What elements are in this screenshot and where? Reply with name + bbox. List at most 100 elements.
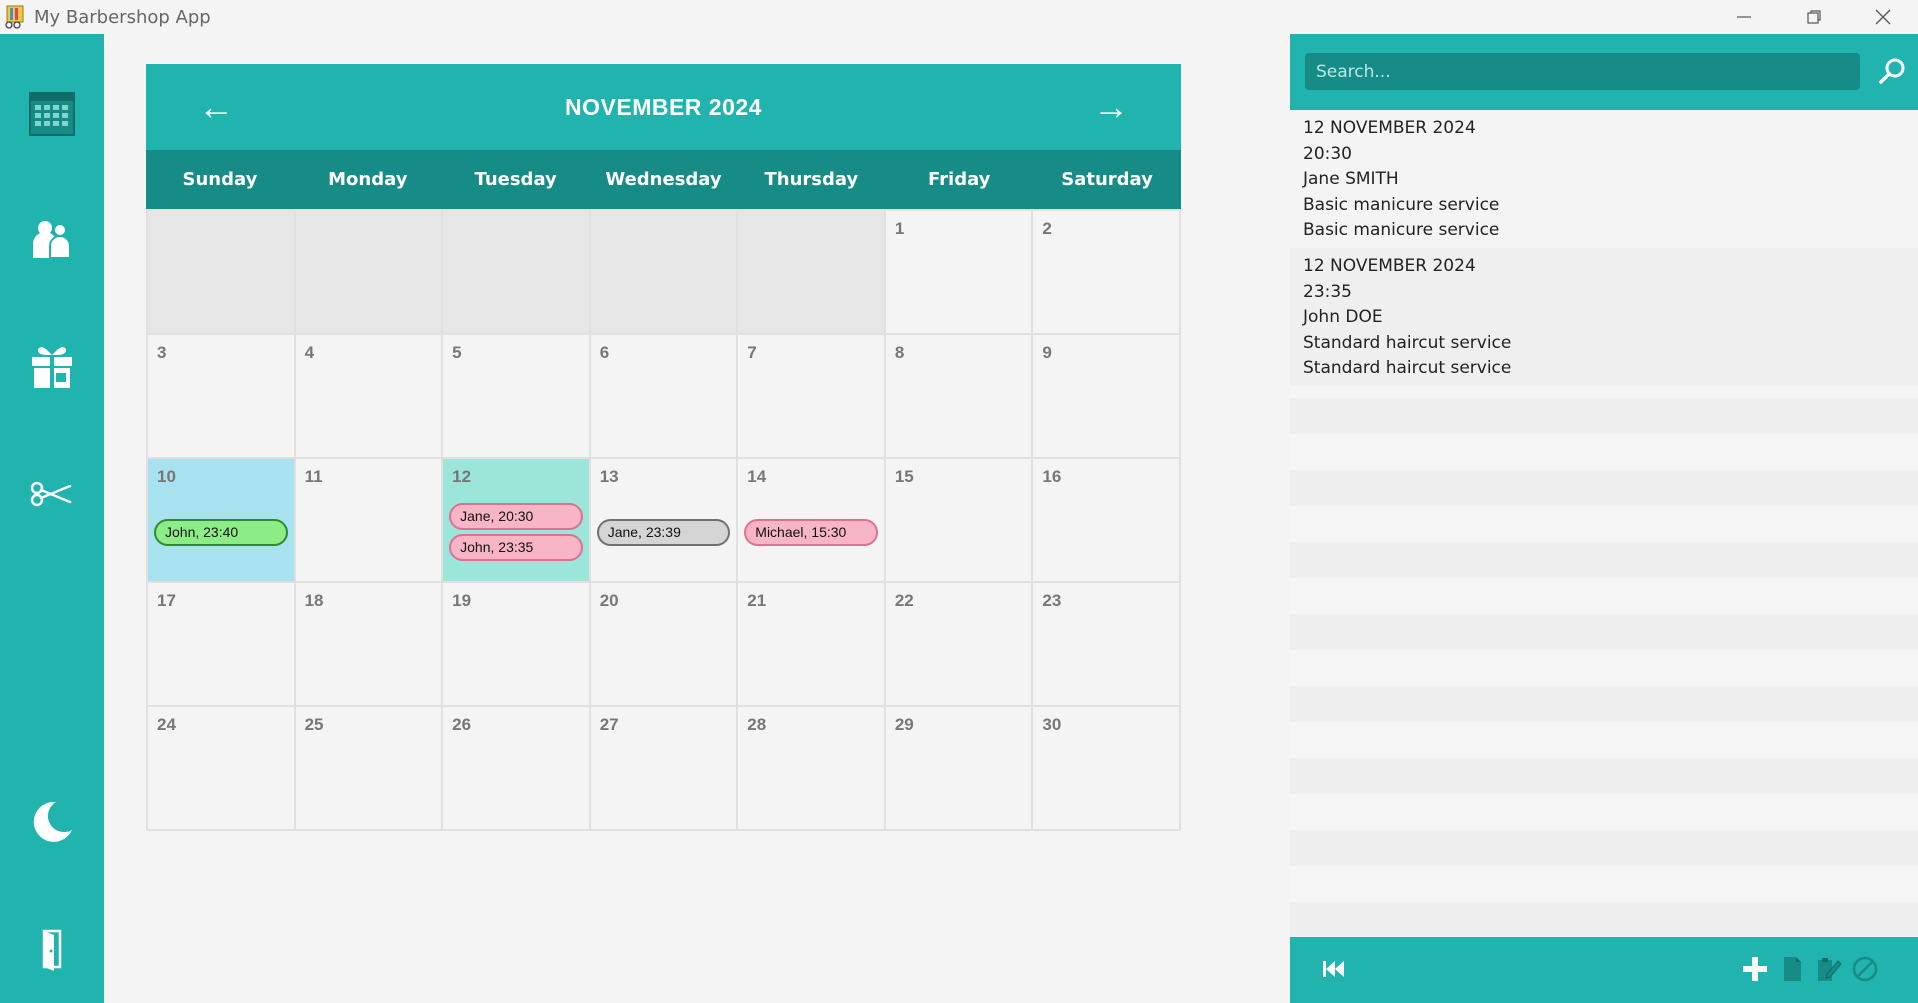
- empty-day-cell: [295, 211, 444, 335]
- day-cell[interactable]: 6: [590, 335, 739, 459]
- scissors-icon: [30, 481, 72, 507]
- restore-button[interactable]: [1779, 0, 1849, 34]
- event-list: Jane, 20:30 John, 23:35: [449, 503, 583, 561]
- list-row-background: [1290, 470, 1918, 506]
- calendar-header: ← NOVEMBER 2024 →: [146, 64, 1181, 150]
- list-row-background: [1290, 506, 1918, 542]
- event-pill[interactable]: Jane, 20:30: [449, 503, 583, 530]
- day-cell[interactable]: 1: [885, 211, 1034, 335]
- back-to-today-button[interactable]: [1315, 951, 1351, 987]
- event-list: Michael, 15:30: [744, 519, 878, 546]
- day-cell[interactable]: 3: [148, 335, 296, 459]
- weekday-wednesday: Wednesday: [605, 169, 722, 190]
- day-number: 25: [304, 715, 324, 734]
- weekday-monday: Monday: [328, 169, 408, 190]
- day-cell[interactable]: 17: [148, 583, 296, 707]
- day-cell[interactable]: 18: [295, 583, 444, 707]
- empty-day-cell: [590, 211, 739, 335]
- weekday-saturday: Saturday: [1061, 169, 1153, 190]
- sidebar-item-clients[interactable]: [22, 210, 82, 270]
- day-cell[interactable]: 14 Michael, 15:30: [738, 459, 886, 583]
- day-cell[interactable]: 23: [1033, 583, 1181, 707]
- event-pill[interactable]: Jane, 23:39: [596, 519, 731, 546]
- day-number: 6: [599, 343, 610, 362]
- day-cell[interactable]: 22: [885, 583, 1034, 707]
- day-cell[interactable]: 15: [885, 459, 1034, 583]
- list-row-background: [1290, 902, 1918, 936]
- next-month-button[interactable]: →: [1086, 86, 1136, 128]
- list-item[interactable]: 12 NOVEMBER 2024 23:35 John DOE Standard…: [1290, 247, 1918, 386]
- sidebar-item-services[interactable]: [22, 464, 82, 524]
- appointment-list: 12 NOVEMBER 2024 20:30 Jane SMITH Basic …: [1290, 110, 1918, 936]
- weekday-sunday: Sunday: [182, 169, 258, 190]
- list-row-background: [1290, 686, 1918, 722]
- event-pill[interactable]: Michael, 15:30: [744, 519, 878, 546]
- list-row-background: [1290, 650, 1918, 686]
- logout-button[interactable]: [22, 919, 82, 979]
- day-cell[interactable]: 4: [295, 335, 444, 459]
- day-number: 28: [747, 715, 767, 734]
- day-cell[interactable]: 5: [443, 335, 591, 459]
- restore-icon: [1807, 10, 1821, 24]
- add-icon: [1743, 957, 1767, 981]
- day-number: 23: [1042, 591, 1062, 610]
- event-pill[interactable]: John, 23:35: [449, 534, 583, 561]
- day-cell[interactable]: 28: [738, 707, 886, 831]
- event-pill[interactable]: John, 23:40: [154, 519, 288, 546]
- day-cell[interactable]: 12 Jane, 20:30 John, 23:35: [443, 459, 591, 583]
- day-number: 26: [452, 715, 472, 734]
- day-number: 16: [1042, 467, 1062, 486]
- day-number: 14: [747, 467, 767, 486]
- theme-toggle-button[interactable]: [22, 792, 82, 852]
- appointment-date: 12 NOVEMBER 2024: [1303, 118, 1476, 138]
- calendar-icon: [29, 92, 75, 136]
- day-cell[interactable]: 7: [738, 335, 886, 459]
- minimize-button[interactable]: [1709, 0, 1779, 34]
- day-cell[interactable]: 24: [148, 707, 296, 831]
- day-cell[interactable]: 29: [885, 707, 1034, 831]
- appointment-items: 12 NOVEMBER 2024 20:30 Jane SMITH Basic …: [1290, 110, 1918, 386]
- day-cell[interactable]: 8: [885, 335, 1034, 459]
- cancel-appointment-button[interactable]: [1847, 951, 1883, 987]
- day-cell[interactable]: 19: [443, 583, 591, 707]
- day-cell[interactable]: 13 Jane, 23:39: [590, 459, 739, 583]
- day-cell[interactable]: 2: [1033, 211, 1181, 335]
- day-number: 3: [157, 343, 167, 362]
- sidebar-item-gifts[interactable]: [22, 337, 82, 397]
- list-item[interactable]: 12 NOVEMBER 2024 20:30 Jane SMITH Basic …: [1290, 110, 1918, 248]
- window-title: My Barbershop App: [34, 7, 211, 28]
- close-button[interactable]: [1848, 0, 1918, 34]
- day-cell[interactable]: 11: [295, 459, 444, 583]
- day-cell[interactable]: 10 John, 23:40: [148, 459, 296, 583]
- sidebar-item-calendar[interactable]: [22, 83, 82, 143]
- empty-day-cell: [443, 211, 591, 335]
- appointment-service: Standard haircut service: [1303, 358, 1512, 379]
- add-appointment-button[interactable]: [1737, 951, 1773, 987]
- close-icon: [1875, 9, 1891, 25]
- exit-door-icon: [42, 929, 62, 971]
- day-cell[interactable]: 25: [295, 707, 444, 831]
- view-appointment-button[interactable]: [1774, 951, 1810, 987]
- day-number: 21: [747, 591, 767, 610]
- day-number: 18: [304, 591, 324, 610]
- search-input[interactable]: [1305, 53, 1860, 90]
- day-number: 7: [747, 343, 757, 362]
- sidebar: [0, 34, 104, 1003]
- day-number: 2: [1042, 219, 1052, 238]
- day-cell[interactable]: 27: [590, 707, 739, 831]
- panel-footer: [1290, 937, 1918, 1003]
- event-list: Jane, 23:39: [596, 519, 731, 546]
- day-cell[interactable]: 20: [590, 583, 739, 707]
- day-cell[interactable]: 26: [443, 707, 591, 831]
- day-cell[interactable]: 21: [738, 583, 886, 707]
- gift-icon: [32, 347, 72, 388]
- day-number: 9: [1042, 343, 1052, 362]
- day-cell[interactable]: 16: [1033, 459, 1181, 583]
- edit-appointment-button[interactable]: [1810, 951, 1846, 987]
- list-row-background: [1290, 434, 1918, 470]
- day-cell[interactable]: 30: [1033, 707, 1181, 831]
- document-icon: [1784, 957, 1801, 981]
- day-number: 10: [157, 467, 176, 486]
- search-icon[interactable]: [1877, 56, 1907, 86]
- day-cell[interactable]: 9: [1033, 335, 1181, 459]
